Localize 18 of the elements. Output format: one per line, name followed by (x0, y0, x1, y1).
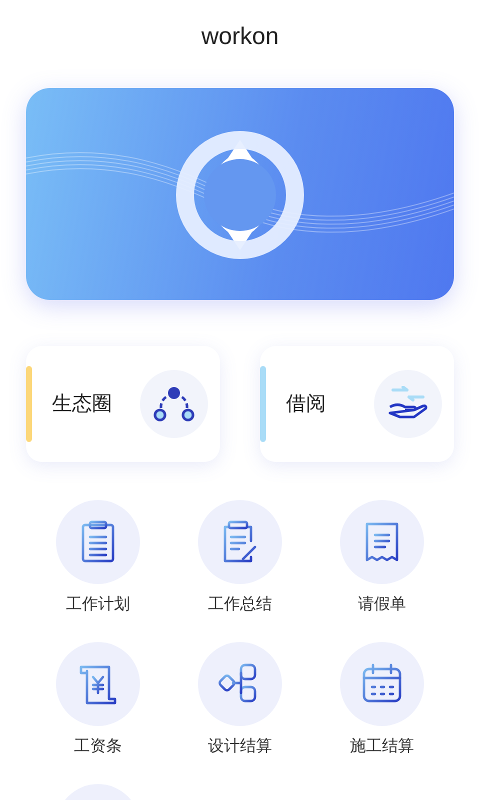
tile-label: 施工结算 (350, 736, 414, 757)
shortcut-label: 生态圈 (52, 392, 113, 417)
app-tile[interactable]: 工作总结 (169, 500, 311, 616)
app-tile[interactable]: 工资条 (27, 642, 169, 758)
tile-label: 工作总结 (208, 594, 272, 615)
tile-label: 工作计划 (66, 594, 130, 615)
app-tile[interactable]: 请假单 (311, 500, 453, 616)
page-title: workon (201, 22, 279, 52)
connected-nodes-icon (153, 386, 195, 422)
shortcut-label: 借阅 (286, 392, 327, 417)
shortcut-card[interactable]: 生态圈 (26, 346, 220, 462)
app-tile[interactable]: 工作计划 (27, 500, 169, 616)
app-tile[interactable]: 设计结算 (169, 642, 311, 758)
tile-label: 设计结算 (208, 736, 272, 757)
app-tile[interactable]: 施工结算 (311, 642, 453, 758)
tile-label: 请假单 (358, 594, 406, 615)
tile-label: 工资条 (74, 737, 122, 757)
shortcut-card[interactable]: 借阅 (260, 346, 454, 462)
